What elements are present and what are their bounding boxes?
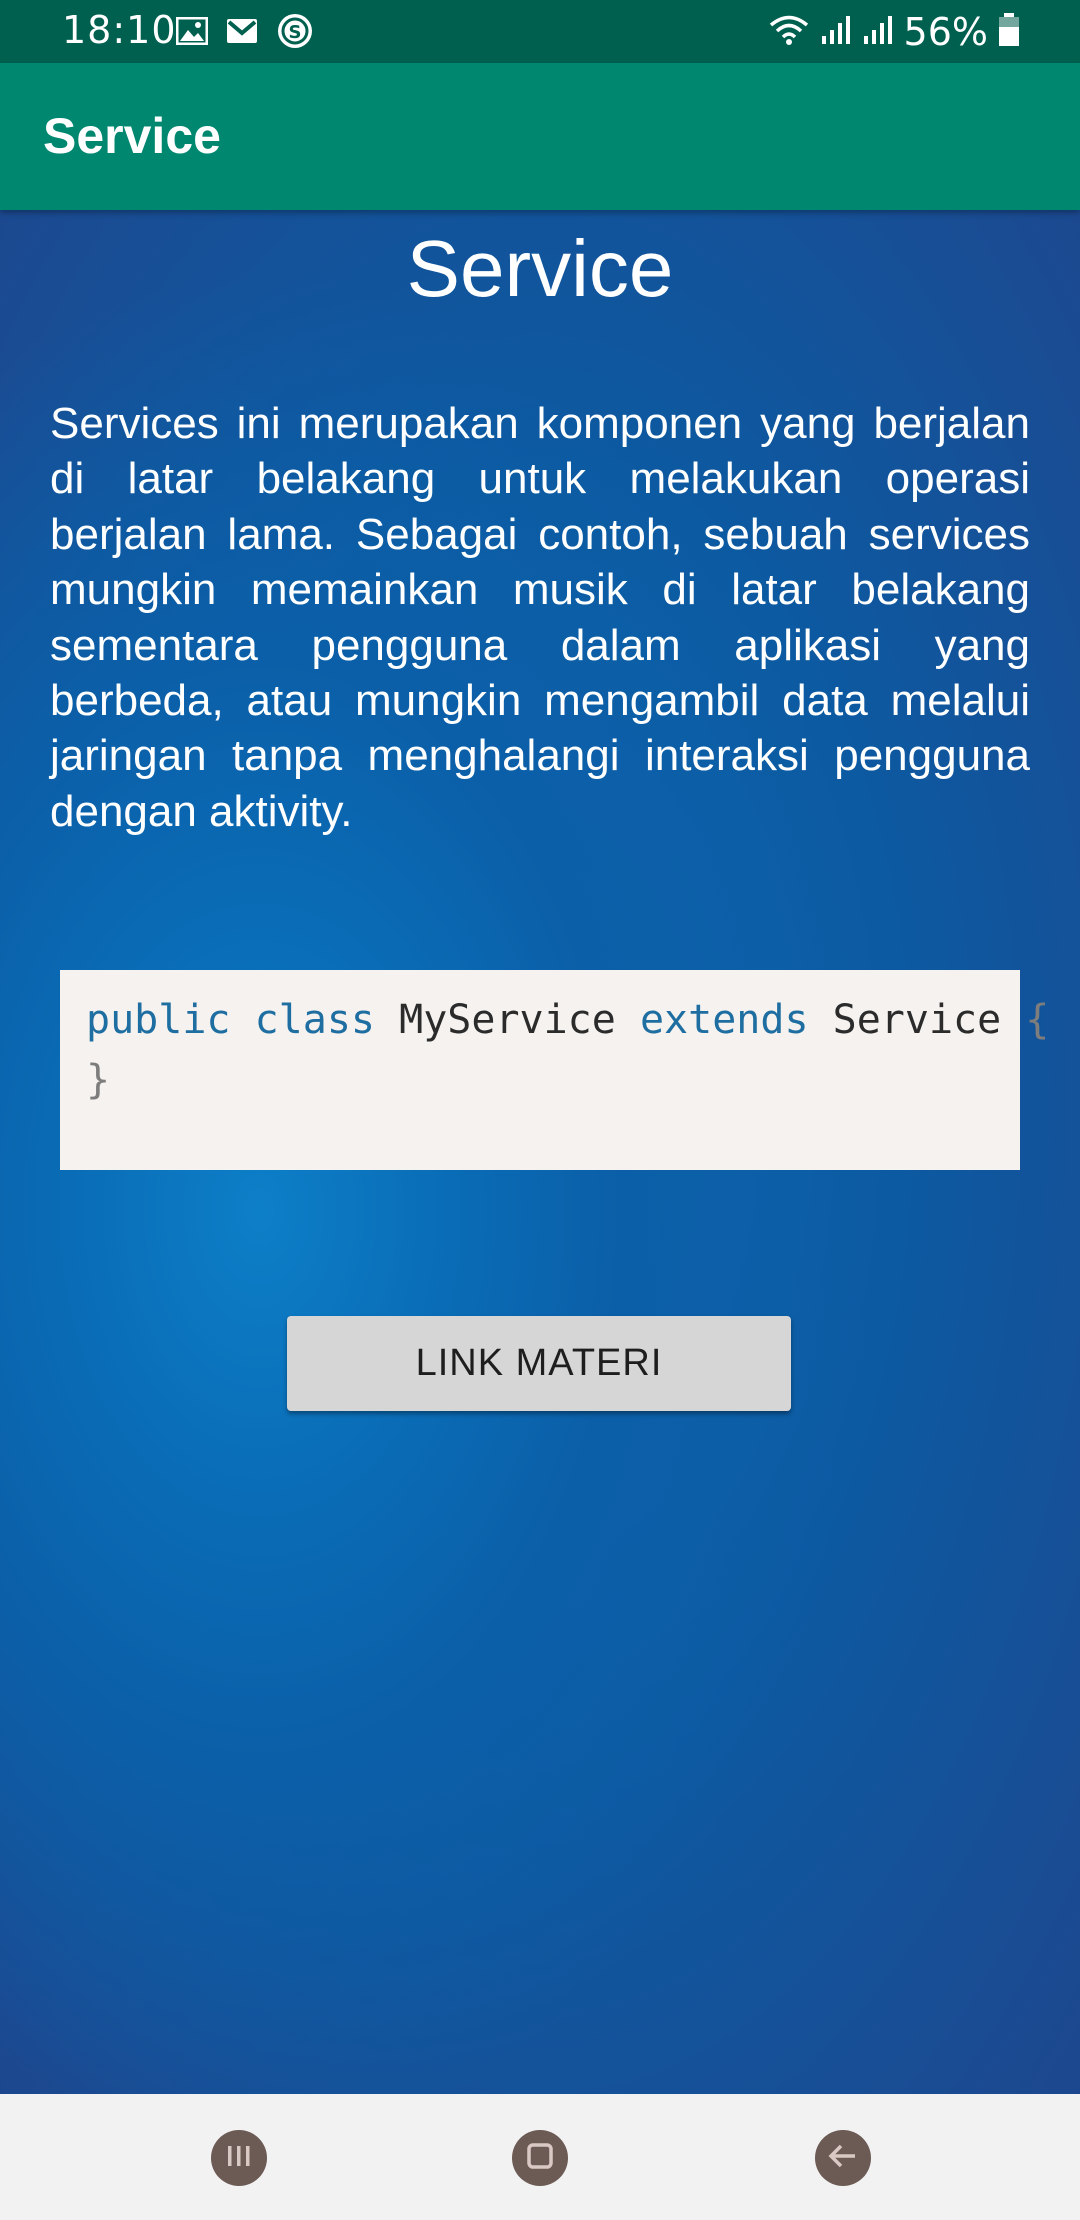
app-bar: Service <box>0 63 1080 210</box>
status-bar: 18:10 S 56% <box>0 0 1080 63</box>
code-snippet: public class MyService extends Service {… <box>60 970 1049 1170</box>
code-open-brace: { <box>1025 997 1050 1043</box>
link-materi-button[interactable]: LINK MATERI <box>287 1316 791 1411</box>
code-parent-class: Service <box>832 997 1002 1043</box>
home-icon <box>525 2141 555 2176</box>
notification-icons: S <box>175 12 314 54</box>
code-close-brace: } <box>86 1057 111 1103</box>
image-icon <box>175 16 209 49</box>
signal-icon <box>862 14 894 50</box>
description-paragraph: Services ini merupakan komponen yang ber… <box>50 399 1030 836</box>
recent-apps-button[interactable] <box>211 2130 267 2186</box>
code-keyword-extends: extends <box>639 997 809 1043</box>
recent-apps-icon <box>224 2143 254 2174</box>
app-bar-title: Service <box>43 108 221 164</box>
code-line-2: } <box>86 1050 994 1110</box>
system-icons: 56% <box>768 10 1020 54</box>
code-class-name: MyService <box>399 997 616 1043</box>
code-line-1: public class MyService extends Service { <box>86 990 1049 1050</box>
home-button[interactable] <box>512 2130 568 2186</box>
signal-icon <box>820 14 852 50</box>
s-app-icon: S <box>276 12 314 54</box>
content-area[interactable]: Service Services ini merupakan komponen … <box>0 210 1080 2094</box>
back-button[interactable] <box>815 2130 871 2186</box>
back-icon <box>827 2143 859 2174</box>
battery-percent: 56% <box>903 10 988 54</box>
battery-icon <box>998 13 1020 51</box>
wifi-icon <box>768 14 810 50</box>
svg-text:S: S <box>289 22 302 43</box>
status-time: 18:10 <box>62 8 177 52</box>
page-heading: Service <box>406 224 674 313</box>
code-keyword-public: public <box>86 997 231 1043</box>
code-keyword-class: class <box>254 997 376 1043</box>
gmail-icon <box>226 18 258 48</box>
navigation-bar <box>0 2094 1080 2220</box>
